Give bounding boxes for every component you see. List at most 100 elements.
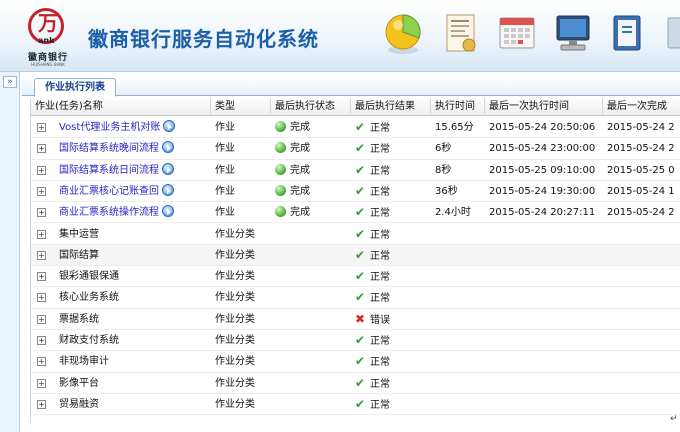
job-name[interactable]: 贸易融资: [59, 394, 99, 415]
more-tool-icon[interactable]: [660, 12, 680, 56]
job-name[interactable]: 非现场审计: [59, 351, 109, 372]
check-icon: ✔: [355, 269, 366, 284]
cell-duration: 36秒: [435, 185, 458, 197]
job-name[interactable]: 票据系统: [59, 309, 99, 330]
plus-box-icon[interactable]: +: [37, 186, 46, 196]
table-row[interactable]: + 影像平台 作业分类 ✔ 正常: [31, 373, 680, 394]
job-name[interactable]: 国际结算系统日间流程: [59, 160, 174, 181]
cell-last-done: [603, 287, 680, 308]
table-row[interactable]: + 商业汇票系统操作流程 作业 完成 ✔ 正常 2.4小时 2015-05-24 20:27:…: [31, 202, 680, 224]
return-mark: ↵: [670, 414, 678, 424]
cell-name: + 财政支付系统: [31, 330, 211, 351]
table-row[interactable]: + 银彩通银保通 作业分类 ✔ 正常: [31, 266, 680, 288]
plus-box-icon[interactable]: +: [37, 336, 46, 345]
table-row[interactable]: + 贸易融资 作业分类 ✔ 正常: [31, 394, 680, 416]
cell-duration: 8秒: [435, 164, 452, 176]
cell-name: + 银彩通银保通: [31, 266, 211, 287]
cell-duration: 2.4小时: [435, 207, 471, 219]
document-icon[interactable]: [438, 12, 484, 56]
job-name[interactable]: 商业汇票核心记账查回: [59, 181, 174, 202]
table-row[interactable]: + Vost代理业务主机对账 作业 完成 ✔ 正常 15.65分 2015-05-24 20:…: [31, 117, 680, 139]
book-icon[interactable]: [604, 12, 650, 56]
grid-header: 作业(任务)名称 类型 最后执行状态 最后执行结果 执行时间 最后一次执行时间 …: [31, 98, 680, 116]
job-name[interactable]: 国际结算系统晚间流程: [59, 138, 174, 159]
computer-icon[interactable]: [550, 12, 596, 56]
col-header-duration[interactable]: 执行时间: [431, 98, 485, 116]
plus-box-icon[interactable]: +: [37, 272, 46, 282]
result-text: 正常: [370, 208, 390, 220]
col-header-name[interactable]: 作业(任务)名称: [31, 98, 211, 116]
cell-name: + 贸易融资: [31, 394, 211, 415]
cell-duration: [431, 330, 485, 351]
cell-last-done: [603, 245, 680, 266]
cell-type: 作业分类: [215, 313, 255, 325]
cell-duration: [431, 394, 485, 415]
plus-box-icon[interactable]: +: [37, 208, 46, 218]
job-name[interactable]: 影像平台: [59, 373, 99, 394]
job-grid: 作业(任务)名称 类型 最后执行状态 最后执行结果 执行时间 最后一次执行时间 …: [30, 98, 680, 423]
col-header-last-done[interactable]: 最后一次完成: [603, 98, 680, 116]
plus-box-icon[interactable]: +: [37, 357, 46, 367]
play-circle-icon[interactable]: [162, 141, 174, 154]
cell-result: ✔ 正常: [351, 138, 431, 159]
check-icon: ✔: [355, 375, 366, 390]
job-name[interactable]: Vost代理业务主机对账: [59, 117, 176, 138]
plus-box-icon[interactable]: +: [37, 165, 46, 175]
cell-duration: 15.65分: [435, 122, 474, 133]
table-row[interactable]: + 商业汇票核心记账查回 作业 完成 ✔ 正常 36秒 2015-05-24 19:30:00…: [31, 181, 680, 203]
cell-name: + 国际结算系统晚间流程: [31, 138, 211, 159]
table-row[interactable]: + 国际结算系统晚间流程 作业 完成 ✔ 正常 6秒 2015-05-24 23:00:00 2…: [31, 138, 680, 160]
col-header-result[interactable]: 最后执行结果: [351, 98, 431, 116]
table-row[interactable]: + 国际结算 作业分类 ✔ 正常: [31, 244, 680, 267]
job-name[interactable]: 财政支付系统: [59, 330, 119, 351]
cell-last-done: 2015-05-24 2: [607, 207, 675, 219]
plus-box-icon[interactable]: +: [37, 144, 46, 154]
cell-duration: 6秒: [435, 143, 452, 155]
table-row[interactable]: + 非现场审计 作业分类 ✔ 正常: [31, 351, 680, 373]
play-circle-icon[interactable]: [162, 183, 174, 196]
cell-last-run: 2015-05-24 20:50:06: [489, 122, 596, 133]
plus-box-icon[interactable]: +: [37, 378, 46, 388]
check-icon: ✔: [355, 247, 366, 262]
play-circle-icon[interactable]: [163, 120, 176, 132]
plus-box-icon[interactable]: +: [37, 314, 46, 324]
plus-box-icon[interactable]: +: [37, 399, 46, 409]
job-name[interactable]: 国际结算: [59, 245, 99, 266]
check-icon: ✔: [355, 226, 366, 241]
table-row[interactable]: + 财政支付系统 作业分类 ✔ 正常: [31, 330, 680, 352]
job-name[interactable]: 集中运营: [59, 224, 99, 245]
plus-box-icon[interactable]: +: [37, 250, 46, 260]
table-row[interactable]: + 核心业务系统 作业分类 ✔ 正常: [31, 287, 680, 309]
plus-box-icon[interactable]: +: [37, 123, 46, 132]
plus-box-icon[interactable]: +: [37, 229, 46, 239]
job-name-text: 票据系统: [59, 313, 99, 325]
cell-name: + 国际结算: [31, 245, 211, 266]
tab-job-execution-list[interactable]: 作业执行列表: [34, 78, 116, 97]
pie-chart-icon[interactable]: [380, 12, 426, 56]
check-icon: ✔: [355, 162, 366, 177]
job-name[interactable]: 商业汇票系统操作流程: [59, 202, 174, 223]
cell-result: ✔ 正常: [351, 181, 431, 202]
table-row[interactable]: + 国际结算系统日间流程 作业 完成 ✔ 正常 8秒 2015-05-25 09:10:00 2…: [31, 160, 680, 181]
play-circle-icon[interactable]: [162, 205, 174, 218]
job-name-text: 国际结算系统晚间流程: [59, 143, 159, 155]
cell-type: 作业分类: [215, 292, 255, 304]
table-row[interactable]: + 集中运营 作业分类 ✔ 正常: [31, 224, 680, 245]
logo-mark: 万: [38, 11, 58, 35]
col-header-last-run[interactable]: 最后一次执行时间: [485, 98, 603, 116]
plus-box-icon[interactable]: +: [37, 293, 46, 303]
col-header-status[interactable]: 最后执行状态: [271, 98, 351, 116]
job-name[interactable]: 银彩通银保通: [59, 266, 119, 287]
col-header-type[interactable]: 类型: [211, 98, 271, 116]
calendar-icon[interactable]: [494, 12, 540, 56]
job-name[interactable]: 核心业务系统: [59, 287, 119, 308]
status-text: 完成: [290, 122, 310, 133]
play-circle-icon[interactable]: [162, 162, 174, 175]
table-row[interactable]: + 票据系统 作业分类 ✖ 错误: [31, 309, 680, 330]
cell-result: ✖ 错误: [351, 309, 431, 330]
job-name-text: 商业汇票核心记账查回: [59, 185, 159, 197]
cell-duration: [431, 266, 485, 287]
cell-type: 作业: [215, 164, 235, 176]
cell-status: 完成: [271, 138, 351, 159]
expand-sidebar-button[interactable]: »: [3, 76, 17, 88]
